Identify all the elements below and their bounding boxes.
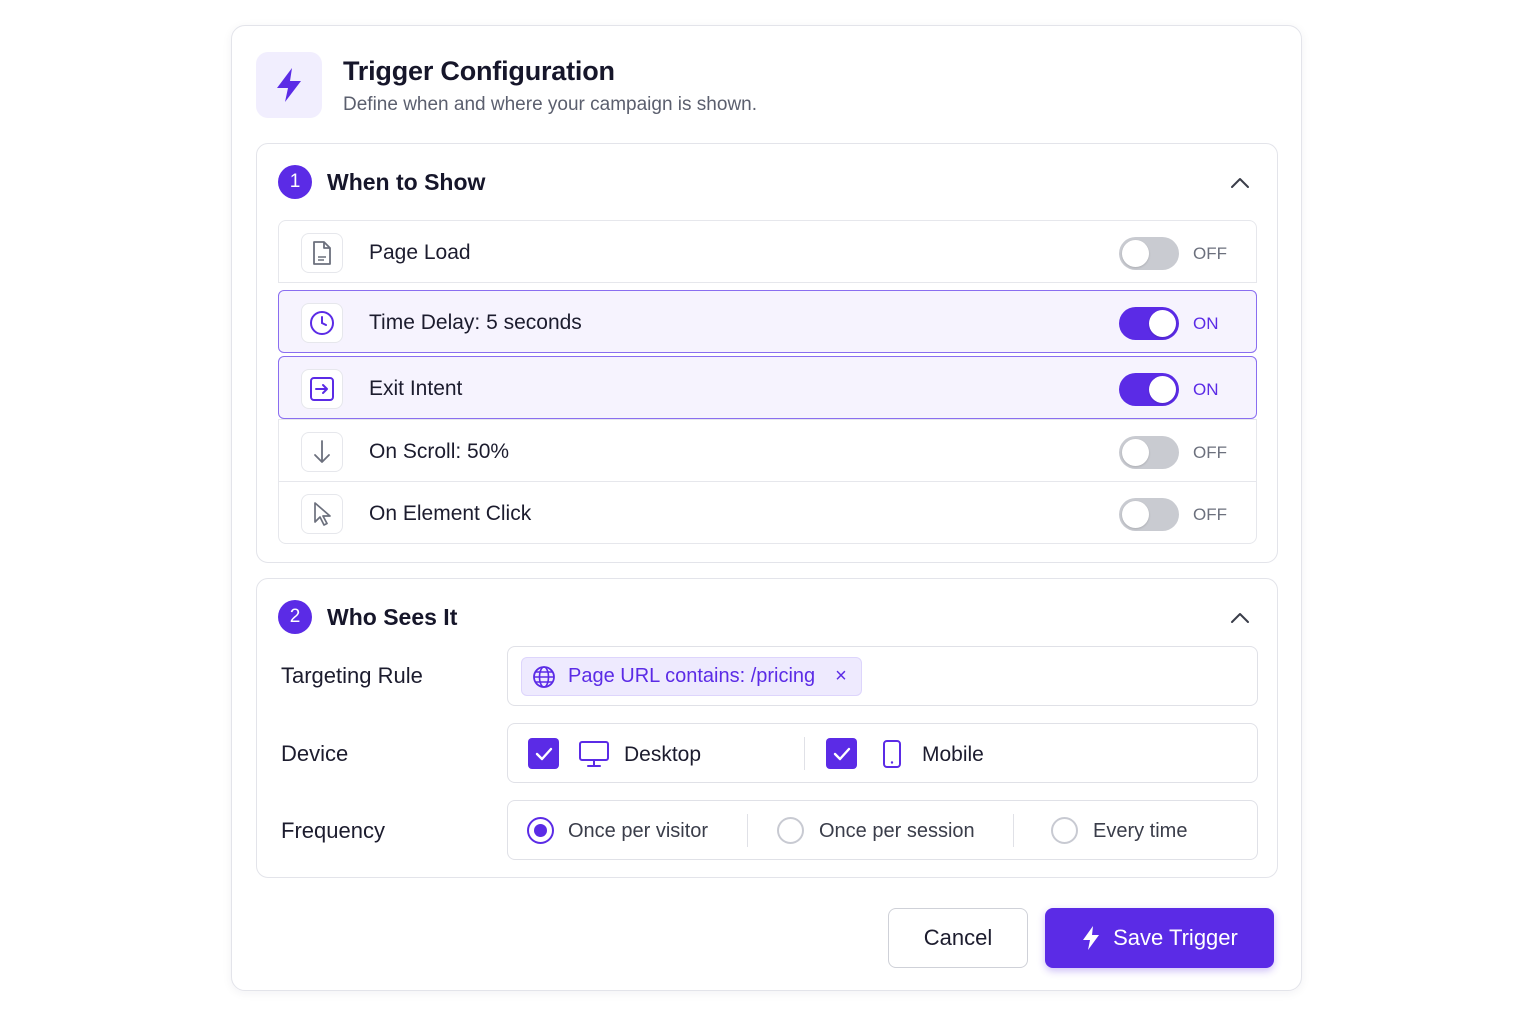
- on-scroll-toggle[interactable]: [1119, 436, 1179, 469]
- trigger-label: Page Load: [369, 241, 471, 264]
- section-number: 1: [278, 165, 312, 199]
- section-number: 2: [278, 600, 312, 634]
- arrow-down-icon: [301, 432, 343, 472]
- page-subtitle: Define when and where your campaign is s…: [343, 94, 758, 115]
- time-delay-toggle[interactable]: [1119, 307, 1179, 340]
- desktop-icon: [578, 738, 610, 770]
- file-icon: [301, 233, 343, 273]
- frequency-label: Frequency: [281, 818, 385, 843]
- device-label: Device: [281, 741, 349, 766]
- mobile-checkbox[interactable]: [826, 738, 857, 769]
- lightning-icon: [256, 52, 322, 118]
- globe-icon: [532, 665, 556, 689]
- who-sees-it-section: 2 Who Sees It Targeting Rule Page URL co…: [256, 578, 1278, 878]
- trigger-row-on-scroll: On Scroll: 50% OFF: [278, 419, 1257, 482]
- frequency-option-label: Every time: [1093, 820, 1188, 842]
- save-trigger-button[interactable]: Save Trigger: [1045, 908, 1274, 968]
- when-to-show-section: 1 When to Show Page Load OFF Time Delay:…: [256, 143, 1278, 563]
- targeting-chip[interactable]: Page URL contains: /pricing ×: [521, 657, 862, 696]
- cancel-label: Cancel: [923, 925, 993, 950]
- mobile-icon: [876, 738, 908, 770]
- mobile-label: Mobile: [922, 743, 984, 766]
- cursor-icon: [301, 494, 343, 534]
- trigger-row-page-load: Page Load OFF: [278, 220, 1257, 283]
- targeting-rule-label: Targeting Rule: [281, 663, 423, 688]
- trigger-row-time-delay: Time Delay: 5 seconds ON: [278, 290, 1257, 353]
- frequency-radio-once-per-visitor[interactable]: [527, 817, 554, 844]
- trigger-label: On Element Click: [369, 502, 532, 525]
- device-field: Desktop Mobile: [507, 723, 1258, 783]
- exit-intent-toggle[interactable]: [1119, 373, 1179, 406]
- on-element-click-toggle[interactable]: [1119, 498, 1179, 531]
- frequency-option-label: Once per session: [819, 820, 975, 842]
- chevron-up-icon[interactable]: [1229, 172, 1251, 194]
- toggle-state: ON: [1193, 314, 1219, 333]
- page-load-toggle[interactable]: [1119, 237, 1179, 270]
- trigger-label: Time Delay: 5 seconds: [369, 311, 582, 334]
- toggle-state: ON: [1193, 380, 1219, 399]
- page-title: Trigger Configuration: [343, 56, 615, 86]
- lightning-icon: [1081, 925, 1101, 951]
- toggle-state: OFF: [1193, 443, 1227, 462]
- chip-text: Page URL contains: /pricing: [568, 665, 816, 687]
- desktop-label: Desktop: [624, 743, 702, 766]
- cancel-button[interactable]: Cancel: [888, 908, 1028, 968]
- frequency-radio-every-time[interactable]: [1051, 817, 1078, 844]
- who-sees-it-header[interactable]: 2 Who Sees It: [278, 600, 457, 634]
- section-title: Who Sees It: [327, 603, 458, 630]
- desktop-checkbox[interactable]: [528, 738, 559, 769]
- targeting-rule-field[interactable]: Page URL contains: /pricing ×: [507, 646, 1258, 706]
- trigger-label: Exit Intent: [369, 377, 463, 400]
- frequency-field: Once per visitor Once per session Every …: [507, 800, 1258, 860]
- trigger-row-on-element-click: On Element Click OFF: [278, 481, 1257, 544]
- toggle-state: OFF: [1193, 505, 1227, 524]
- section-title: When to Show: [327, 168, 486, 195]
- trigger-row-exit-intent: Exit Intent ON: [278, 356, 1257, 419]
- when-to-show-header[interactable]: 1 When to Show: [278, 165, 485, 199]
- frequency-option-label: Once per visitor: [568, 820, 709, 842]
- frequency-radio-once-per-session[interactable]: [777, 817, 804, 844]
- trigger-config-card: Trigger Configuration Define when and wh…: [231, 25, 1302, 991]
- toggle-state: OFF: [1193, 244, 1227, 263]
- close-icon[interactable]: ×: [835, 665, 847, 688]
- save-label: Save Trigger: [1113, 925, 1238, 950]
- chevron-up-icon[interactable]: [1229, 607, 1251, 629]
- exit-icon: [301, 369, 343, 409]
- clock-icon: [301, 303, 343, 343]
- trigger-label: On Scroll: 50%: [369, 440, 510, 463]
